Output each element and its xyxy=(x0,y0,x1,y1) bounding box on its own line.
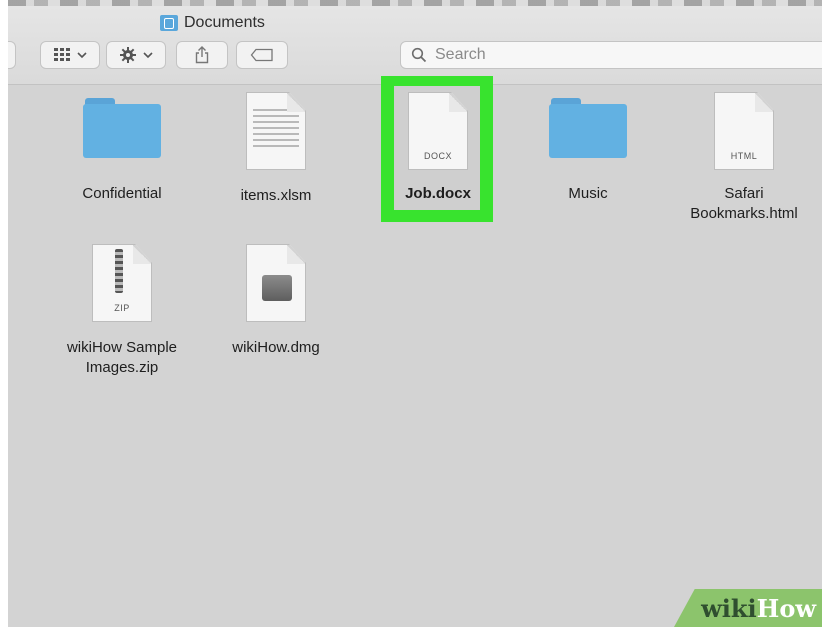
search-icon xyxy=(411,47,427,63)
document-icon: DOCX xyxy=(408,92,468,170)
finder-window: Documents Search Confidential items.xlsm… xyxy=(8,0,822,627)
zipper-icon xyxy=(115,249,123,293)
grid-view-icon xyxy=(54,48,70,61)
file-label: Safari Bookmarks.html xyxy=(690,185,798,222)
file-type-badge: HTML xyxy=(730,151,758,161)
file-item-wikihow-zip[interactable]: ZIP wikiHow Sample Images.zip xyxy=(52,244,192,378)
search-field[interactable] xyxy=(400,41,822,69)
file-item-wikihow-dmg[interactable]: wikiHow.dmg xyxy=(206,244,346,358)
chevron-down-icon xyxy=(77,52,87,59)
watermark-how: How xyxy=(756,593,816,623)
file-type-badge: DOCX xyxy=(423,151,452,161)
file-item-items-xlsm[interactable]: items.xlsm xyxy=(206,92,346,206)
hard-drive-icon xyxy=(262,275,292,301)
watermark-wiki: wiki xyxy=(701,593,757,623)
zip-archive-icon: ZIP xyxy=(92,244,152,322)
view-options-button[interactable] xyxy=(40,41,100,69)
file-label: wikiHow Sample Images.zip xyxy=(66,339,178,376)
folder-icon xyxy=(160,15,178,31)
file-label: Job.docx xyxy=(405,185,471,202)
file-item-confidential[interactable]: Confidential xyxy=(52,98,192,204)
file-item-job-docx[interactable]: DOCX Job.docx xyxy=(368,92,508,204)
file-item-safari-bookmarks[interactable]: HTML Safari Bookmarks.html xyxy=(674,92,814,224)
window-title: Documents xyxy=(160,12,265,34)
share-icon xyxy=(195,46,209,64)
file-label: Confidential xyxy=(82,185,162,202)
file-item-music[interactable]: Music xyxy=(518,98,658,204)
window-title-text: Documents xyxy=(184,14,265,31)
spreadsheet-icon xyxy=(246,92,306,170)
chevron-down-icon xyxy=(143,52,153,59)
tag-icon xyxy=(250,48,273,62)
gear-icon xyxy=(120,47,136,63)
search-input[interactable] xyxy=(433,45,737,65)
tags-button[interactable] xyxy=(236,41,288,69)
file-label: items.xlsm xyxy=(240,187,312,204)
file-label: wikiHow.dmg xyxy=(232,339,320,356)
disk-image-icon xyxy=(246,244,306,322)
share-button[interactable] xyxy=(176,41,228,69)
background-menu-strip xyxy=(8,0,822,6)
toolbar: Documents xyxy=(8,0,822,85)
toolbar-left-edge-button[interactable] xyxy=(8,41,16,69)
file-label: Music xyxy=(568,185,608,202)
folder-icon xyxy=(83,98,161,158)
action-menu-button[interactable] xyxy=(106,41,166,69)
html-document-icon: HTML xyxy=(714,92,774,170)
folder-icon xyxy=(549,98,627,158)
wikihow-watermark: wiki How xyxy=(674,589,822,627)
file-type-badge: ZIP xyxy=(114,303,130,313)
